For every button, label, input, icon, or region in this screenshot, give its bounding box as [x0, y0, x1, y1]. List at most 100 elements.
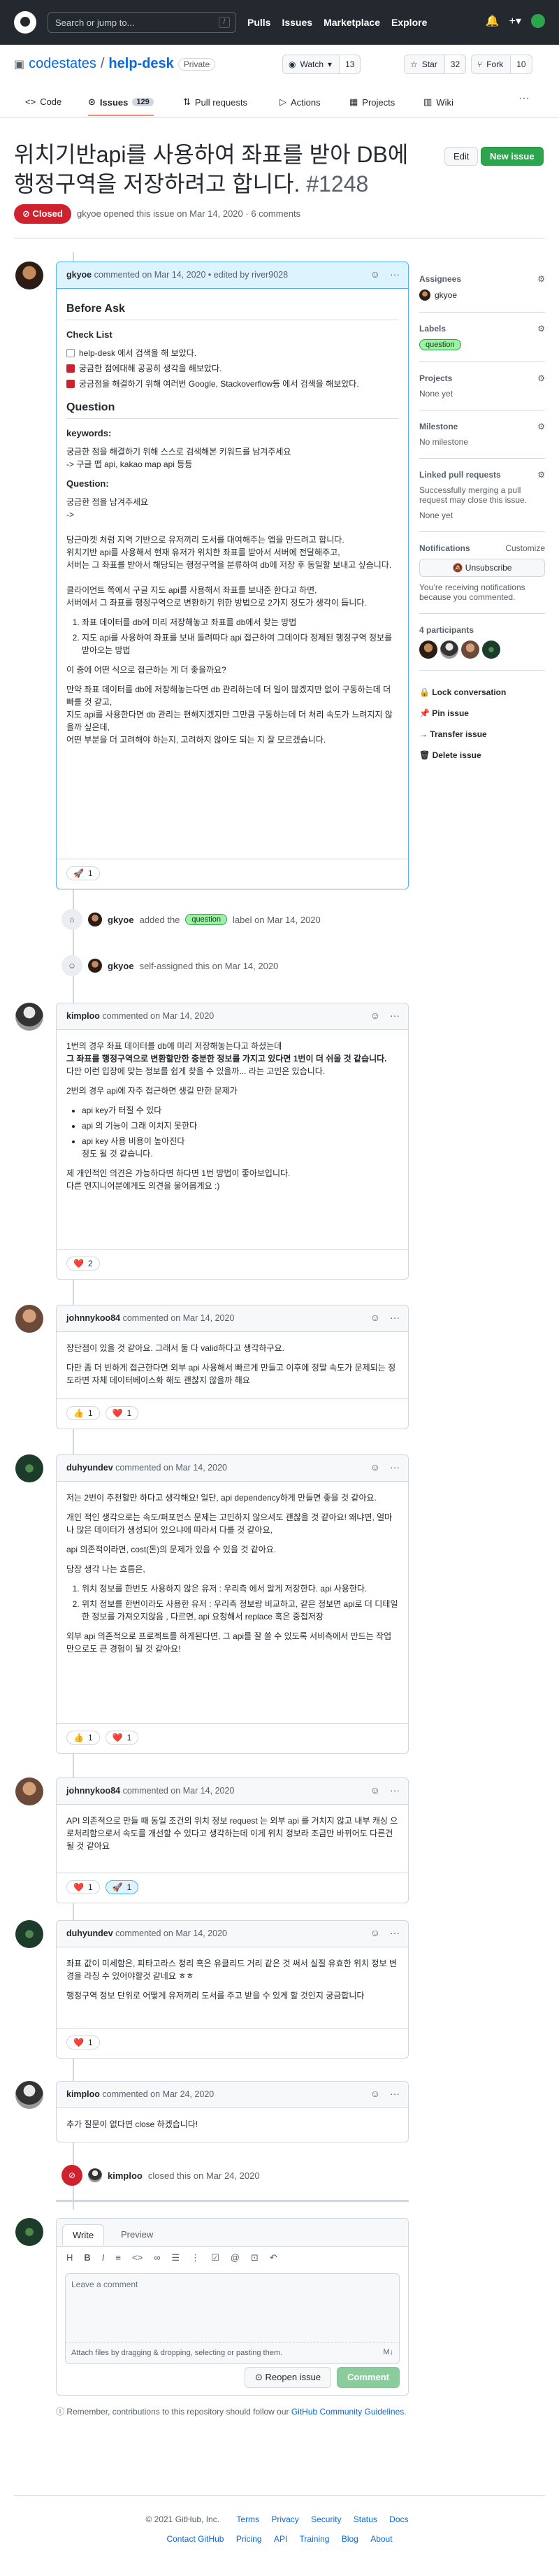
fork-button[interactable]: ⑂ Fork 10	[471, 55, 532, 74]
avatar[interactable]	[419, 641, 437, 659]
smiley-icon[interactable]: ☺	[370, 1784, 380, 1796]
reaction-rocket[interactable]: 🚀 1	[105, 1880, 139, 1894]
gear-icon[interactable]: ⚙	[537, 373, 545, 383]
checkbox[interactable]	[66, 364, 75, 373]
bullet-list-icon[interactable]: ☰	[171, 2252, 180, 2265]
quote-icon[interactable]: ≡	[115, 2252, 121, 2265]
kebab-icon[interactable]: ···	[390, 1784, 400, 1796]
reaction-thumbs-up[interactable]: 👍 1	[66, 1731, 100, 1745]
avatar[interactable]	[15, 1920, 43, 1948]
smiley-icon[interactable]: ☺	[370, 269, 380, 280]
bold-icon[interactable]: B	[84, 2252, 90, 2265]
reaction-heart[interactable]: ❤️ 1	[105, 1731, 139, 1745]
new-issue-button[interactable]: New issue	[481, 147, 544, 166]
github-logo-icon[interactable]	[14, 11, 36, 34]
label-badge[interactable]: question	[419, 339, 461, 350]
transfer-issue-link[interactable]: → Transfer issue	[419, 724, 545, 745]
avatar[interactable]	[88, 2168, 102, 2182]
assignee-name[interactable]: gkyoe	[435, 290, 457, 300]
plus-icon[interactable]: +▾	[509, 14, 521, 28]
footer-link-docs[interactable]: Docs	[389, 2514, 408, 2524]
numbered-list-icon[interactable]: ⋮	[191, 2252, 200, 2265]
reaction-heart[interactable]: ❤️ 2	[66, 1257, 100, 1271]
footer-link-terms[interactable]: Terms	[236, 2514, 259, 2524]
comment-author[interactable]: duhyundev	[66, 1929, 113, 1938]
nav-marketplace[interactable]: Marketplace	[324, 17, 380, 28]
lock-conversation-link[interactable]: 🔒 Lock conversation	[419, 682, 545, 703]
kebab-icon[interactable]: ···	[390, 1312, 400, 1323]
kebab-icon[interactable]: ···	[390, 269, 400, 280]
pin-issue-link[interactable]: 📌 Pin issue	[419, 703, 545, 724]
milestone-section[interactable]: Milestone ⚙	[419, 422, 545, 431]
watch-button[interactable]: ◉ Watch ▾ 13	[282, 55, 361, 74]
smiley-icon[interactable]: ☺	[370, 1312, 380, 1323]
linked-prs-section[interactable]: Linked pull requests ⚙	[419, 470, 545, 480]
tab-write[interactable]: Write	[62, 2224, 105, 2245]
footer-link-pricing[interactable]: Pricing	[236, 2534, 262, 2544]
reference-icon[interactable]: ⊡	[251, 2252, 259, 2265]
bell-icon[interactable]: 🔔	[486, 14, 500, 28]
more-icon[interactable]: ···	[518, 92, 530, 105]
footer-link-blog[interactable]: Blog	[342, 2534, 358, 2544]
avatar[interactable]	[88, 913, 102, 926]
task-list-icon[interactable]: ☑	[211, 2252, 219, 2265]
smiley-icon[interactable]: ☺	[370, 1927, 380, 1938]
smiley-icon[interactable]: ☺	[370, 1010, 380, 1021]
avatar[interactable]	[419, 289, 430, 301]
reaction-rocket[interactable]: 🚀 1	[66, 866, 100, 880]
tab-pull-requests[interactable]: ⇅ Pull requests	[183, 96, 247, 108]
mention-icon[interactable]: @	[231, 2252, 240, 2265]
projects-section[interactable]: Projects ⚙	[419, 373, 545, 383]
footer-link-api[interactable]: API	[274, 2534, 287, 2544]
gear-icon[interactable]: ⚙	[537, 324, 545, 334]
nav-pulls[interactable]: Pulls	[247, 17, 270, 28]
star-button[interactable]: ☆ Star 32	[404, 55, 467, 74]
comment-textarea[interactable]: Leave a comment	[65, 2273, 400, 2343]
reaction-heart[interactable]: ❤️ 1	[105, 1406, 139, 1420]
tab-wiki[interactable]: ▥ Wiki	[423, 96, 453, 108]
comment-button[interactable]: Comment	[337, 2367, 400, 2388]
search-input[interactable]: Search or jump to... /	[48, 12, 236, 33]
reply-icon[interactable]: ↶	[270, 2252, 277, 2265]
reaction-heart[interactable]: ❤️ 1	[66, 1880, 100, 1894]
comment-author[interactable]: duhyundev	[66, 1463, 113, 1473]
attach-area[interactable]: Attach files by dragging & dropping, sel…	[65, 2343, 400, 2364]
tab-actions[interactable]: ▷ Actions	[280, 96, 321, 108]
avatar[interactable]	[531, 14, 545, 28]
edit-button[interactable]: Edit	[444, 147, 479, 166]
link-icon[interactable]: ∞	[154, 2252, 160, 2265]
repo-name[interactable]: help-desk	[108, 56, 173, 72]
assignees-section[interactable]: Assignees ⚙	[419, 274, 545, 284]
heading-icon[interactable]: H	[66, 2252, 73, 2265]
smiley-icon[interactable]: ☺	[370, 2088, 380, 2099]
comment-author[interactable]: johnnykoo84	[66, 1313, 120, 1323]
footer-link-contact[interactable]: Contact GitHub	[166, 2534, 224, 2544]
footer-link-security[interactable]: Security	[311, 2514, 341, 2524]
repo-owner[interactable]: codestates	[29, 56, 96, 72]
avatar[interactable]	[15, 1777, 43, 1805]
labels-section[interactable]: Labels ⚙	[419, 324, 545, 334]
avatar[interactable]	[88, 959, 102, 973]
reopen-issue-button[interactable]: ⊙ Reopen issue	[245, 2367, 332, 2388]
event-actor[interactable]: kimploo	[108, 2170, 143, 2181]
footer-link-privacy[interactable]: Privacy	[271, 2514, 298, 2524]
avatar[interactable]	[482, 641, 500, 659]
reaction-heart[interactable]: ❤️ 1	[66, 2035, 100, 2049]
reaction-thumbs-up[interactable]: 👍 1	[66, 1406, 100, 1420]
comment-author[interactable]: johnnykoo84	[66, 1786, 120, 1796]
avatar[interactable]	[461, 641, 479, 659]
avatar[interactable]	[15, 2218, 43, 2246]
tab-code[interactable]: <> Code	[25, 96, 61, 107]
tab-projects[interactable]: ▦ Projects	[349, 96, 395, 108]
customize-link[interactable]: Customize	[505, 543, 545, 553]
label-badge[interactable]: question	[185, 914, 228, 925]
delete-issue-link[interactable]: 🗑 Delete issue	[419, 745, 545, 766]
footer-link-training[interactable]: Training	[300, 2534, 330, 2544]
avatar[interactable]	[15, 2081, 43, 2109]
guidelines-link[interactable]: GitHub Community Guidelines	[291, 2407, 404, 2417]
kebab-icon[interactable]: ···	[390, 1927, 400, 1938]
kebab-icon[interactable]: ···	[390, 1461, 400, 1473]
kebab-icon[interactable]: ···	[390, 2088, 400, 2099]
nav-explore[interactable]: Explore	[391, 17, 427, 28]
unsubscribe-button[interactable]: 🔕 Unsubscribe	[419, 559, 545, 577]
